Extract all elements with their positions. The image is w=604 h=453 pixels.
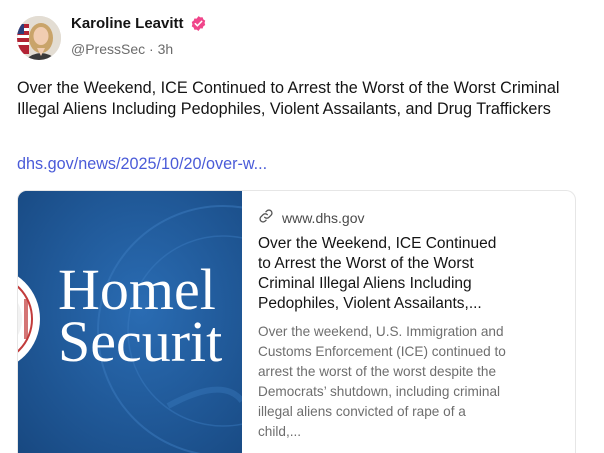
card-description-line: Customs Enforcement (ICE) continued to — [258, 344, 506, 359]
card-image: Homel Securit — [18, 191, 242, 453]
avatar-image — [17, 16, 61, 60]
card-body: www.dhs.gov Over the Weekend, ICE Contin… — [258, 208, 558, 442]
card-description-line: child,... — [258, 424, 302, 439]
author-handle[interactable]: @PressSec — [71, 41, 145, 57]
link-preview-card[interactable]: Homel Securit www.dhs.gov Over the Weeke… — [17, 190, 576, 453]
card-title: Over the Weekend, ICE Continued to Arres… — [258, 234, 558, 314]
author-display-name[interactable]: Karoline Leavitt — [71, 15, 184, 32]
link-icon — [258, 208, 274, 229]
card-description-line: arrest the worst of the worst despite th… — [258, 364, 497, 379]
card-title-line: Pedophiles, Violent Assailants,... — [258, 295, 482, 312]
post: Karoline Leavitt @PressSec · 3h Over the… — [0, 0, 604, 453]
author-name-row: Karoline Leavitt — [71, 15, 207, 32]
card-title-line: Criminal Illegal Aliens Including — [258, 275, 472, 292]
card-description-line: illegal aliens convicted of rape of a — [258, 404, 466, 419]
card-domain: www.dhs.gov — [282, 210, 365, 226]
dhs-banner-image: Homel Securit — [18, 191, 242, 453]
card-description: Over the weekend, U.S. Immigration and C… — [258, 322, 558, 442]
card-image-text-line2: Securit — [58, 309, 222, 374]
card-title-line: Over the Weekend, ICE Continued — [258, 235, 497, 252]
post-time[interactable]: 3h — [158, 41, 174, 57]
verified-badge-icon — [190, 15, 207, 32]
card-domain-row: www.dhs.gov — [258, 208, 558, 228]
separator-dot: · — [149, 41, 154, 57]
avatar[interactable] — [17, 16, 61, 60]
card-description-line: Democrats’ shutdown, including criminal — [258, 384, 501, 399]
post-link[interactable]: dhs.gov/news/2025/10/20/over-w... — [17, 155, 267, 174]
card-description-line: Over the weekend, U.S. Immigration and — [258, 324, 504, 339]
post-text: Over the Weekend, ICE Continued to Arres… — [17, 79, 560, 118]
author-handle-row: @PressSec · 3h — [71, 41, 173, 57]
card-title-line: to Arrest the Worst of the Worst — [258, 255, 474, 272]
